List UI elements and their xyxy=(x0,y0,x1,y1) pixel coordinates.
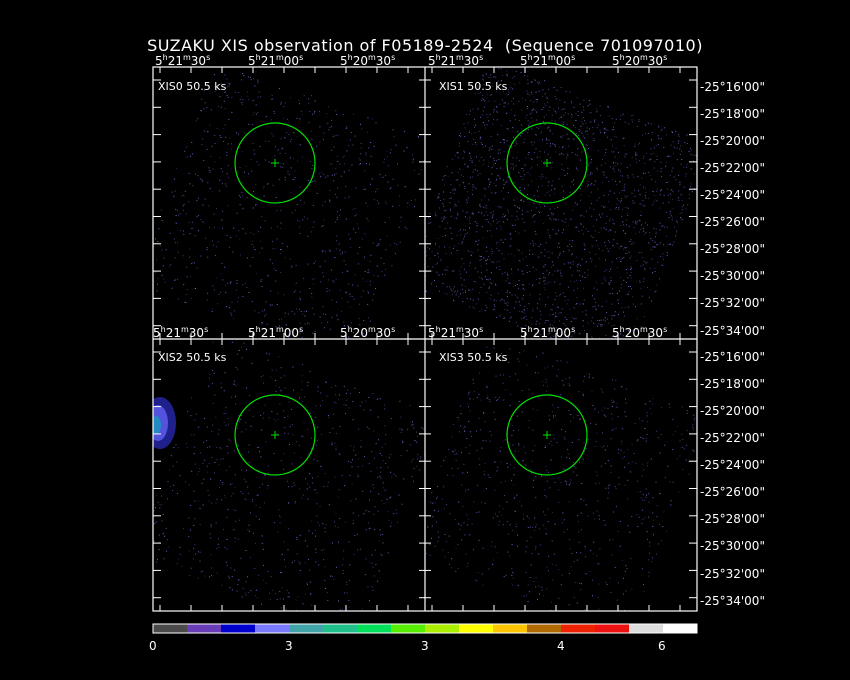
colorbar-segment xyxy=(357,624,392,633)
colorbar-segment xyxy=(459,624,494,633)
colorbar-segment xyxy=(425,624,460,633)
colorbar-tick-1: 0 xyxy=(149,639,157,653)
xis1-source-cross xyxy=(543,159,551,167)
xis0-source-cross xyxy=(271,159,279,167)
xis2-source-cross xyxy=(271,431,279,439)
xis1-panel-label: XIS1 50.5 ks xyxy=(439,80,508,93)
source-region-circles xyxy=(234,122,588,476)
colorbar-segment xyxy=(289,624,324,633)
colorbar-segment xyxy=(561,624,596,633)
colorbar-segment xyxy=(493,624,528,633)
colorbar-segment xyxy=(663,624,698,633)
colorbar xyxy=(153,624,698,633)
xis0-panel-label: XIS0 50.5 ks xyxy=(158,80,227,93)
colorbar-tick-3: 3 xyxy=(421,639,429,653)
colorbar-segment xyxy=(527,624,562,633)
colorbar-segment xyxy=(629,624,664,633)
xis2-event-image xyxy=(153,339,425,611)
colorbar-segment xyxy=(323,624,358,633)
colorbar-tick-2: 3 xyxy=(285,639,293,653)
colorbar-segment xyxy=(187,624,222,633)
observation-image-grid xyxy=(152,66,698,634)
xis2-calibration-source xyxy=(153,397,176,449)
colorbar-segment xyxy=(221,624,256,633)
xis3-source-cross xyxy=(543,431,551,439)
xis3-panel-label: XIS3 50.5 ks xyxy=(439,351,508,364)
xis1-event-image xyxy=(425,68,697,339)
colorbar-segment xyxy=(153,624,188,633)
colorbar-segment xyxy=(391,624,426,633)
colorbar-segment xyxy=(595,624,630,633)
colorbar-tick-4: 4 xyxy=(557,639,565,653)
colorbar-segment xyxy=(255,624,290,633)
xis3-event-image xyxy=(426,346,697,611)
xis0-event-image xyxy=(153,73,425,339)
xis2-panel-label: XIS2 50.5 ks xyxy=(158,351,227,364)
colorbar-tick-5: 6 xyxy=(658,639,666,653)
